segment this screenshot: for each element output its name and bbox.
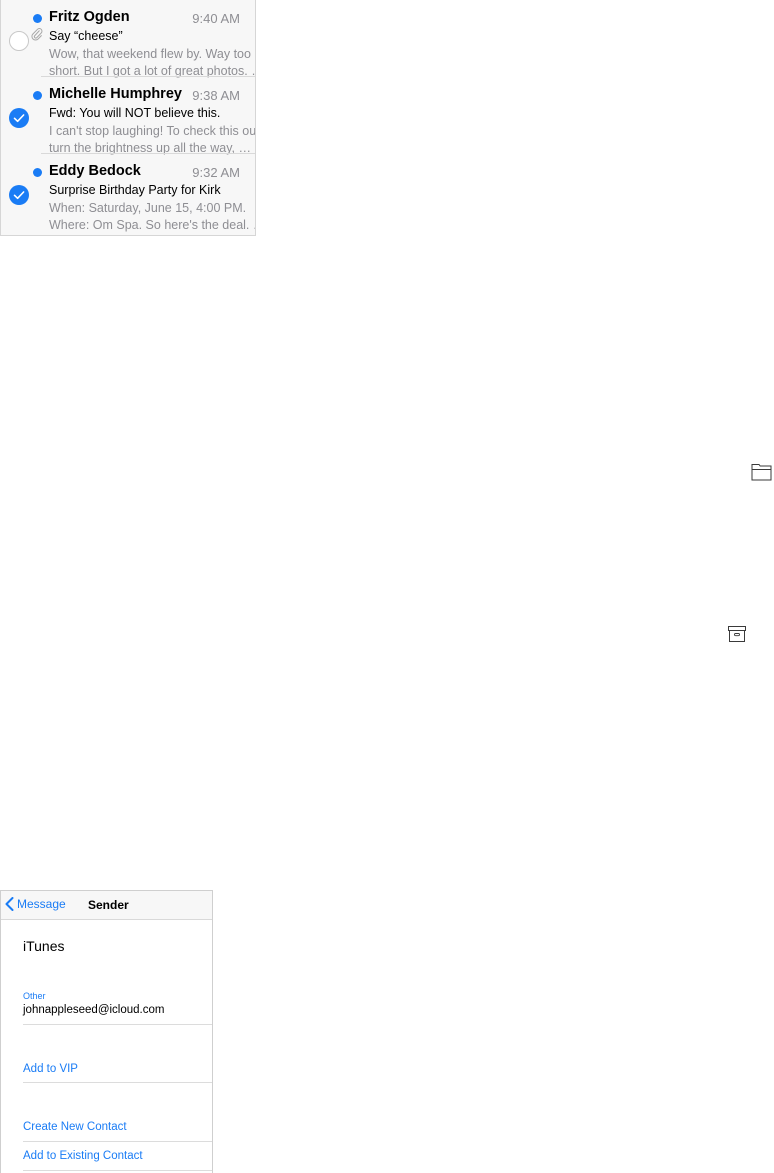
divider [23,1082,212,1083]
sender-name: Fritz Ogden [49,9,130,25]
preview-text: When: Saturday, June 15, 4:00 PM. Where:… [49,200,255,234]
email-address[interactable]: johnappleseed@icloud.com [23,1004,164,1016]
divider [23,1141,212,1142]
unread-dot-icon [33,14,42,23]
selected-checkmark-icon[interactable] [9,108,29,128]
page-title: Sender [88,898,129,912]
preview-text: I can't stop laughing! To check this out… [49,123,255,157]
divider [23,1024,212,1025]
received-time: 9:38 AM [192,88,240,103]
unread-dot-icon [33,168,42,177]
preview-text: Wow, that weekend flew by. Way too short… [49,46,255,80]
sender-name: Michelle Humphrey [49,86,182,102]
preview-line: Where: Om Spa. So here's the deal. … [49,218,255,232]
mail-list-item[interactable]: Michelle Humphrey 9:38 AM Fwd: You will … [1,77,255,157]
folder-icon[interactable] [751,463,772,481]
paperclip-icon [31,28,43,41]
sender-card: Message Sender iTunes Other johnapplesee… [0,890,213,1173]
preview-line: Wow, that weekend flew by. Way too [49,47,251,61]
add-to-existing-contact-button[interactable]: Add to Existing Contact [23,1150,143,1162]
chevron-left-icon [5,897,14,911]
sender-name: Eddy Bedock [49,163,141,179]
select-circle[interactable] [9,31,29,51]
mail-list: Fritz Ogden 9:40 AM Say “cheese” Wow, th… [0,0,256,236]
selected-checkmark-icon[interactable] [9,185,29,205]
contact-name: iTunes [23,938,65,954]
divider [23,1170,212,1171]
mail-list-item[interactable]: Eddy Bedock 9:32 AM Surprise Birthday Pa… [1,154,255,234]
add-to-vip-button[interactable]: Add to VIP [23,1063,78,1075]
preview-line: When: Saturday, June 15, 4:00 PM. [49,201,247,215]
back-label: Message [17,897,66,911]
received-time: 9:40 AM [192,11,240,26]
create-new-contact-button[interactable]: Create New Contact [23,1121,127,1133]
mail-list-item[interactable]: Fritz Ogden 9:40 AM Say “cheese” Wow, th… [1,0,255,80]
subject: Surprise Birthday Party for Kirk [49,183,221,197]
subject: Fwd: You will NOT believe this. [49,106,221,120]
unread-dot-icon [33,91,42,100]
preview-line: I can't stop laughing! To check this out… [49,124,255,138]
email-label: Other [23,991,46,1001]
nav-bar: Message Sender [1,891,212,920]
back-button[interactable]: Message [5,897,66,911]
subject: Say “cheese” [49,29,123,43]
archive-box-icon[interactable] [727,625,747,643]
received-time: 9:32 AM [192,165,240,180]
